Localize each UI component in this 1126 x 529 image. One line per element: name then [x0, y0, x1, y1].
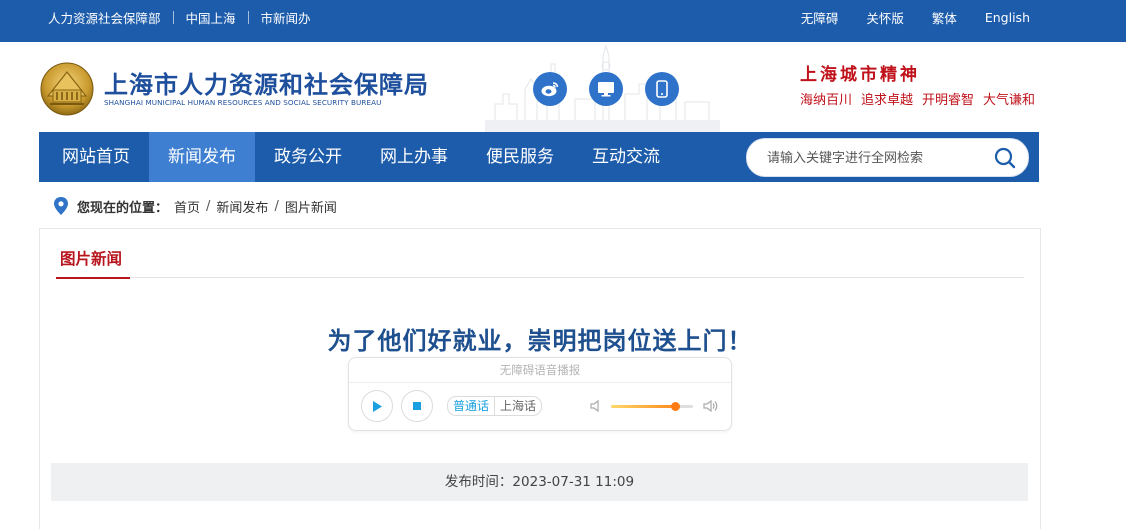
- volume-slider-fill: [611, 405, 675, 408]
- nav-item-online-services[interactable]: 网上办事: [361, 132, 467, 182]
- top-bar: 人力资源社会保障部 中国上海 市新闻办 无障碍 关怀版 繁体 English: [0, 0, 1126, 42]
- mandarin-option[interactable]: 普通话: [448, 397, 496, 415]
- stop-icon: [413, 402, 421, 410]
- slogan-item: 大气谦和: [983, 93, 1036, 108]
- nav-item-home[interactable]: 网站首页: [39, 132, 149, 182]
- site-search: [746, 138, 1029, 178]
- nav-item-news[interactable]: 新闻发布: [149, 132, 255, 182]
- city-spirit-title: 上海城市精神: [800, 65, 920, 85]
- city-spirit-slogans: 海纳百川 追求卓越 开明睿智 大气谦和: [800, 89, 1035, 108]
- traditional-chinese-link[interactable]: 繁体: [932, 8, 957, 27]
- desktop-site-button[interactable]: [589, 72, 623, 106]
- mobile-icon: [656, 80, 668, 98]
- bureau-emblem-icon[interactable]: [40, 62, 94, 116]
- accessibility-link[interactable]: 无障碍: [801, 8, 839, 27]
- site-header: 上海市人力资源和社会保障局 SHANGHAI MUNICIPAL HUMAN R…: [0, 42, 1126, 132]
- weibo-icon: [541, 82, 559, 97]
- divider: [172, 10, 174, 24]
- site-title[interactable]: 上海市人力资源和社会保障局: [104, 65, 429, 100]
- breadcrumb-separator: /: [206, 198, 211, 214]
- nav-item-interaction[interactable]: 互动交流: [573, 132, 679, 182]
- volume-high-icon[interactable]: [703, 398, 719, 414]
- top-link-china-shanghai[interactable]: 中国上海: [186, 8, 236, 27]
- volume-slider[interactable]: [611, 402, 693, 411]
- volume-slider-knob[interactable]: [670, 402, 680, 411]
- top-utility-links: 无障碍 关怀版 繁体 English: [801, 0, 1030, 34]
- slogan-item: 追求卓越: [861, 93, 914, 108]
- location-pin-icon: [54, 197, 68, 215]
- play-icon: [373, 400, 382, 412]
- nav-item-public-services[interactable]: 便民服务: [467, 132, 573, 182]
- mobile-site-button[interactable]: [645, 72, 679, 106]
- breadcrumb-news[interactable]: 新闻发布: [216, 197, 268, 216]
- stop-button[interactable]: [401, 390, 433, 422]
- divider: [56, 277, 1024, 278]
- breadcrumb-separator: /: [274, 198, 279, 214]
- search-icon[interactable]: [994, 147, 1016, 169]
- main-nav: 网站首页 新闻发布 政务公开 网上办事 便民服务 互动交流: [39, 132, 1039, 182]
- active-tab-underline: [56, 277, 130, 279]
- site-title-english: SHANGHAI MUNICIPAL HUMAN RESOURCES AND S…: [104, 98, 382, 107]
- weibo-button[interactable]: [533, 72, 567, 106]
- top-link-mohrss[interactable]: 人力资源社会保障部: [48, 8, 161, 27]
- breadcrumb-label: 您现在的位置：: [77, 200, 169, 216]
- elderly-mode-link[interactable]: 关怀版: [866, 8, 904, 27]
- section-tab-photo-news[interactable]: 图片新闻: [56, 247, 126, 269]
- player-header: 无障碍语音播报: [349, 358, 731, 383]
- english-link[interactable]: English: [985, 10, 1030, 25]
- desktop-icon: [598, 82, 614, 97]
- article-panel: 图片新闻 为了他们好就业，崇明把岗位送上门！ 无障碍语音播报 普通话 上海话 发…: [39, 228, 1041, 529]
- shanghainese-option[interactable]: 上海话: [495, 397, 541, 415]
- slogan-item: 开明睿智: [922, 93, 975, 108]
- search-input[interactable]: [765, 139, 989, 178]
- divider: [247, 10, 249, 24]
- top-link-press-office[interactable]: 市新闻办: [261, 8, 311, 27]
- slogan-item: 海纳百川: [800, 93, 853, 108]
- breadcrumb: 您现在的位置： 首页 / 新闻发布 / 图片新闻: [53, 195, 337, 217]
- top-links: 人力资源社会保障部 中国上海 市新闻办: [48, 0, 311, 34]
- publish-time: 发布时间：2023-07-31 11:09: [51, 463, 1028, 501]
- voice-broadcast-player: 无障碍语音播报 普通话 上海话: [348, 357, 732, 431]
- breadcrumb-home[interactable]: 首页: [174, 197, 200, 216]
- volume-low-icon[interactable]: [589, 398, 605, 414]
- article-title: 为了他们好就业，崇明把岗位送上门！: [327, 327, 753, 355]
- dialect-toggle: 普通话 上海话: [447, 396, 543, 416]
- play-button[interactable]: [361, 390, 393, 422]
- nav-item-government-affairs[interactable]: 政务公开: [255, 132, 361, 182]
- breadcrumb-photo-news[interactable]: 图片新闻: [285, 197, 337, 216]
